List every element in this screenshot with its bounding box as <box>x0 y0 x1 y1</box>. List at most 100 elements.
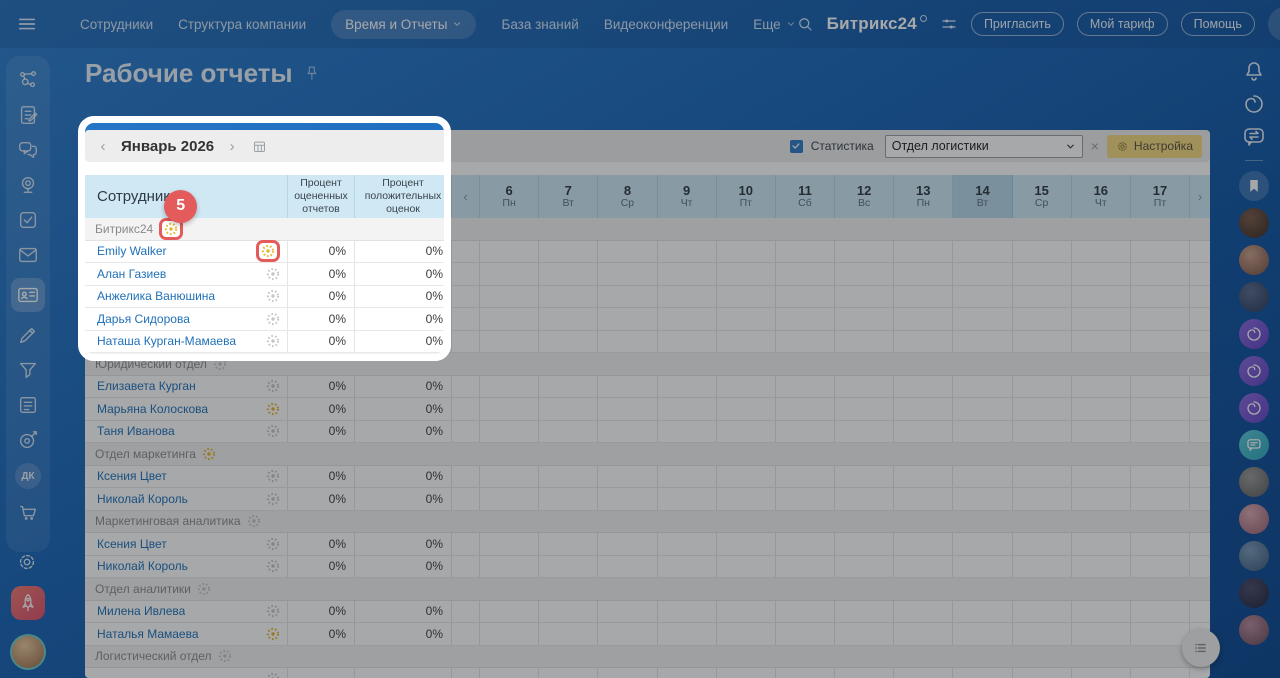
bookmark-icon[interactable] <box>1239 171 1269 201</box>
report-status-icon[interactable] <box>266 627 280 641</box>
day-cell-17 <box>1131 488 1190 510</box>
news-icon[interactable] <box>16 393 40 417</box>
employee-name-link[interactable]: Наташа Курган-Мамаева <box>97 334 236 348</box>
help-button[interactable]: Помощь <box>1181 12 1255 36</box>
notifications-bell-icon[interactable] <box>1241 58 1267 84</box>
nav-item-active[interactable]: Время и Отчеты <box>331 10 476 39</box>
chat-avatar[interactable] <box>1239 245 1269 275</box>
mail-icon[interactable] <box>16 243 40 267</box>
video-hub-icon[interactable] <box>16 173 40 197</box>
worktime-widget[interactable]: 14:48 <box>1268 7 1280 41</box>
market-cart-icon[interactable] <box>16 500 40 524</box>
day-cell-13 <box>894 263 953 285</box>
next-days-chevron[interactable]: › <box>1190 175 1210 218</box>
prev-month-chevron[interactable]: ‹ <box>95 138 111 155</box>
day-cell-14 <box>953 241 1012 263</box>
employees-icon[interactable] <box>11 278 45 312</box>
report-status-icon[interactable] <box>261 244 275 258</box>
employee-name-link[interactable]: Дарья Сидорова <box>97 312 190 326</box>
report-status-icon[interactable] <box>266 672 280 678</box>
invite-button[interactable]: Пригласить <box>971 12 1064 36</box>
department-status-icon[interactable] <box>202 447 216 461</box>
chat-avatar[interactable] <box>1239 578 1269 608</box>
report-status-icon[interactable] <box>266 469 280 483</box>
pin-icon[interactable] <box>303 65 320 82</box>
report-status-icon[interactable] <box>266 604 280 618</box>
day-cell-9 <box>658 286 717 308</box>
group-chat-icon[interactable] <box>1239 430 1269 460</box>
rocket-icon[interactable] <box>11 586 45 620</box>
report-status-icon[interactable] <box>266 424 280 438</box>
day-cell-11 <box>776 308 835 330</box>
report-status-icon[interactable] <box>266 537 280 551</box>
topbar-right: Битрикс24 Пригласить Мой тариф Помощь 14… <box>796 7 1280 41</box>
employee-name-link[interactable]: Ксения Цвет <box>97 537 167 551</box>
report-status-icon[interactable] <box>266 402 280 416</box>
quick-list-button[interactable] <box>1182 629 1220 667</box>
profile-avatar[interactable] <box>10 634 46 670</box>
messenger-icon[interactable] <box>16 138 40 162</box>
calendar-grid-icon[interactable] <box>252 139 267 154</box>
employee-name-link[interactable]: Наталья Мамаева <box>97 627 199 641</box>
employee-name-link[interactable]: Emily Walker <box>97 244 167 258</box>
employee-name-link[interactable]: Таня Иванова <box>97 424 175 438</box>
sign-icon[interactable] <box>16 323 40 347</box>
report-status-icon[interactable] <box>266 559 280 573</box>
crm-icon[interactable] <box>16 358 40 382</box>
report-status-icon[interactable] <box>266 267 280 281</box>
chat-avatar[interactable] <box>1239 615 1269 645</box>
marketing-icon[interactable] <box>16 428 40 452</box>
department-status-icon[interactable] <box>164 222 178 236</box>
nav-item-link[interactable]: Еще <box>753 17 795 32</box>
chat-avatar[interactable] <box>1239 541 1269 571</box>
chat-avatar[interactable] <box>1239 504 1269 534</box>
chat-sync-icon[interactable] <box>1241 124 1267 150</box>
nav-item-link[interactable]: Видеоконференции <box>604 17 728 32</box>
settings-button[interactable]: Настройка <box>1107 135 1202 158</box>
menu-icon[interactable] <box>16 13 38 35</box>
nav-item-link[interactable]: Структура компании <box>178 17 306 32</box>
copilot-chat-icon[interactable] <box>1239 356 1269 386</box>
department-select[interactable]: Отдел логистики <box>885 135 1083 158</box>
nav-item-link[interactable]: Сотрудники <box>80 17 153 32</box>
department-status-icon[interactable] <box>247 514 261 528</box>
statistics-checkbox[interactable] <box>790 140 803 153</box>
department-status-icon[interactable] <box>197 582 211 596</box>
chat-avatar[interactable] <box>1239 208 1269 238</box>
day-cell-15 <box>1013 376 1072 398</box>
employee-name-link[interactable]: Ксения Цвет <box>97 469 167 483</box>
employee-name-link[interactable]: Николай Король <box>97 492 188 506</box>
employee-name-link[interactable]: Алан Газиев <box>97 267 166 281</box>
report-doc-icon[interactable] <box>16 103 40 127</box>
department-status-icon[interactable] <box>213 357 227 371</box>
settings-gear-icon[interactable] <box>16 551 38 573</box>
employee-name-link[interactable]: Елизавета Курган <box>97 379 196 393</box>
pct-positive-cell: 0% <box>355 241 452 263</box>
sliders-icon[interactable] <box>940 15 958 33</box>
clear-filter-icon[interactable]: × <box>1091 138 1099 154</box>
prev-days-chevron[interactable]: ‹ <box>452 175 480 218</box>
nav-item-link[interactable]: База знаний <box>501 17 578 32</box>
my-plan-button[interactable]: Мой тариф <box>1077 12 1168 36</box>
chat-avatar[interactable] <box>1239 467 1269 497</box>
employee-name-link[interactable]: Анжелика Ванюшина <box>97 289 215 303</box>
search-icon[interactable] <box>796 15 814 33</box>
copilot-icon[interactable] <box>1241 91 1267 117</box>
department-status-icon[interactable] <box>218 649 232 663</box>
chat-avatar[interactable] <box>1239 282 1269 312</box>
report-status-icon[interactable] <box>266 312 280 326</box>
dk-badge[interactable]: ДК <box>15 463 41 489</box>
next-month-chevron[interactable]: › <box>224 138 240 155</box>
report-status-icon[interactable] <box>266 334 280 348</box>
copilot-chat-icon[interactable] <box>1239 319 1269 349</box>
employee-name-link[interactable]: Марьяна Колоскова <box>97 402 208 416</box>
report-status-icon[interactable] <box>266 492 280 506</box>
report-status-icon[interactable] <box>266 289 280 303</box>
copilot-chat-icon[interactable] <box>1239 393 1269 423</box>
pct-rated-cell: 0% <box>288 488 355 510</box>
report-status-icon[interactable] <box>266 379 280 393</box>
employee-name-link[interactable]: Николай Король <box>97 559 188 573</box>
employee-name-link[interactable]: Милена Ивлева <box>97 604 185 618</box>
pulse-feed-icon[interactable] <box>16 68 40 92</box>
tasks-icon[interactable] <box>16 208 40 232</box>
